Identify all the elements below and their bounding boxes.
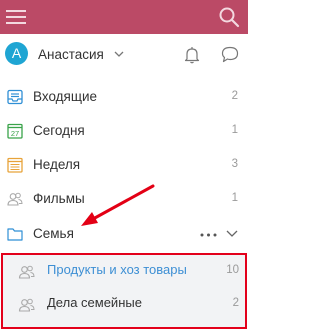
user-row: A Анастасия bbox=[0, 38, 248, 76]
calendar-week-icon bbox=[7, 157, 23, 173]
top-bar bbox=[0, 0, 248, 34]
chevron-down-icon[interactable] bbox=[226, 230, 238, 238]
item-count: 1 bbox=[231, 124, 238, 136]
calendar-today-icon: 27 bbox=[7, 123, 23, 139]
item-count: 3 bbox=[231, 158, 238, 170]
shared-list-icon bbox=[18, 265, 35, 279]
sidebar-item-today[interactable]: 27 Сегодня 1 bbox=[0, 115, 248, 149]
sidebar-item-label: Семья bbox=[33, 226, 74, 241]
item-count: 1 bbox=[231, 192, 238, 204]
sidebar-item-films[interactable]: Фильмы 1 bbox=[0, 183, 248, 217]
folder-icon bbox=[7, 228, 23, 241]
item-count: 10 bbox=[226, 264, 239, 276]
bell-icon[interactable] bbox=[184, 46, 200, 64]
sidebar-item-label: Неделя bbox=[33, 157, 81, 172]
shared-list-icon bbox=[7, 192, 23, 206]
search-icon[interactable] bbox=[218, 6, 240, 28]
list-item-label: Продукты и хоз товары bbox=[47, 262, 187, 277]
sidebar-group-family[interactable]: Семья bbox=[0, 218, 248, 252]
more-options-icon[interactable] bbox=[200, 233, 217, 237]
list-item-products[interactable]: Продукты и хоз товары 10 bbox=[3, 255, 245, 289]
sidebar-item-week[interactable]: Неделя 3 bbox=[0, 149, 248, 183]
sidebar-item-label: Сегодня bbox=[33, 123, 85, 138]
list-item-family-tasks[interactable]: Дела семейные 2 bbox=[3, 288, 245, 322]
sidebar-item-inbox[interactable]: Входящие 2 bbox=[0, 81, 248, 115]
calendar-day-number: 27 bbox=[11, 129, 19, 138]
sidebar-item-label: Фильмы bbox=[33, 191, 85, 206]
avatar[interactable]: A bbox=[5, 42, 28, 65]
shared-list-icon bbox=[18, 298, 35, 312]
item-count: 2 bbox=[232, 297, 239, 309]
list-item-label: Дела семейные bbox=[47, 295, 142, 310]
menu-icon[interactable] bbox=[6, 8, 26, 26]
user-name[interactable]: Анастасия bbox=[38, 47, 104, 62]
item-count: 2 bbox=[231, 90, 238, 102]
sidebar-item-label: Входящие bbox=[33, 89, 98, 104]
chat-icon[interactable] bbox=[221, 46, 239, 63]
inbox-icon bbox=[7, 89, 23, 105]
chevron-down-icon[interactable] bbox=[114, 51, 124, 58]
highlight-box: Продукты и хоз товары 10 Дела семейные 2 bbox=[1, 253, 247, 329]
